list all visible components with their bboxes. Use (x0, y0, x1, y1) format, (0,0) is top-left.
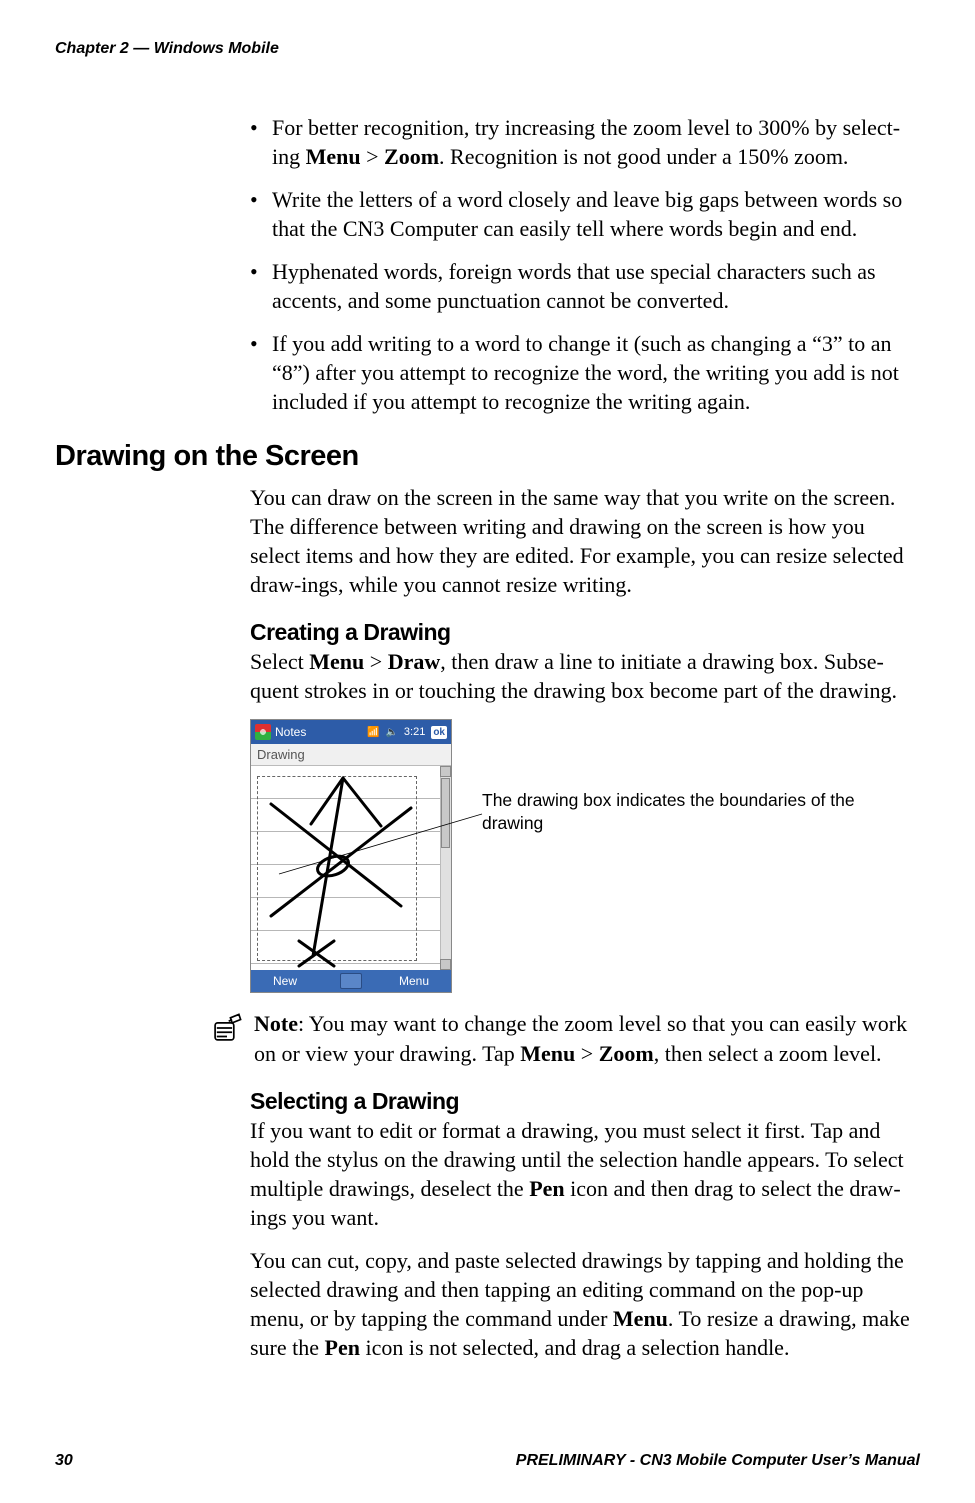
zoom-label: Zoom (384, 144, 439, 169)
subsection-heading: Creating a Drawing (250, 619, 920, 646)
status-bar: Notes 3:21 ok (251, 720, 451, 744)
zoom-label: Zoom (599, 1041, 654, 1066)
subsection-heading: Selecting a Drawing (250, 1088, 920, 1115)
soft-key-new[interactable]: New (273, 974, 297, 988)
soft-key-menu[interactable]: Menu (399, 974, 429, 988)
draw-label: Draw (388, 649, 441, 674)
selecting-p2: You can cut, copy, and paste selected dr… (250, 1246, 920, 1362)
clock: 3:21 (404, 726, 425, 738)
app-name: Notes (275, 725, 306, 739)
pen-label: Pen (325, 1335, 360, 1360)
text-mid: > (364, 649, 387, 674)
ok-button[interactable]: ok (431, 726, 447, 739)
callout-leader-line (277, 812, 487, 882)
status-right: 3:21 ok (367, 726, 447, 739)
menu-label: Menu (613, 1306, 668, 1331)
soft-key-bar: New Menu (251, 970, 451, 992)
list-item: Write the letters of a word closely and … (250, 185, 920, 243)
note-icon (210, 1011, 244, 1045)
section-heading: Drawing on the Screen (55, 440, 920, 473)
list-item: If you add writing to a word to change i… (250, 329, 920, 416)
menu-label: Menu (309, 649, 364, 674)
pen-label: Pen (529, 1176, 564, 1201)
figure-row: Notes 3:21 ok Drawing (250, 719, 920, 993)
text-pre: Select (250, 649, 309, 674)
document-title: Drawing (251, 744, 451, 766)
creating-paragraph: Select Menu > Draw, then draw a line to … (250, 647, 920, 705)
status-left: Notes (255, 724, 306, 740)
list-item: For better recognition, try increasing t… (250, 113, 920, 171)
content-column: For better recognition, try increasing t… (250, 113, 920, 1362)
text-mid: > (575, 1041, 598, 1066)
speaker-icon (385, 726, 397, 738)
text-post: icon is not selected, and drag a selecti… (360, 1335, 789, 1360)
manual-title: PRELIMINARY - CN3 Mobile Computer User’s… (516, 1452, 920, 1470)
menu-label: Menu (520, 1041, 575, 1066)
running-head: Chapter 2 — Windows Mobile (55, 40, 920, 58)
note-block: Note: You may want to change the zoom le… (210, 1009, 920, 1067)
page: Chapter 2 — Windows Mobile For better re… (0, 0, 975, 1503)
footer: 30 PRELIMINARY - CN3 Mobile Computer Use… (55, 1452, 920, 1470)
start-flag-icon (255, 724, 271, 740)
callout: The drawing box indicates the boundaries… (452, 719, 920, 835)
bullet-list: For better recognition, try increasing t… (250, 113, 920, 416)
section-paragraph: You can draw on the screen in the same w… (250, 483, 920, 599)
callout-text: The drawing box indicates the boundaries… (482, 789, 920, 835)
text-post: , then select a zoom level. (654, 1041, 882, 1066)
list-item: Hyphenated words, foreign words that use… (250, 257, 920, 315)
keyboard-icon[interactable] (340, 973, 362, 989)
note-text: Note: You may want to change the zoom le… (254, 1009, 920, 1067)
note-label: Note (254, 1011, 298, 1036)
selecting-p1: If you want to edit or format a drawing,… (250, 1116, 920, 1232)
menu-label: Menu (306, 144, 361, 169)
page-number: 30 (55, 1452, 73, 1470)
signal-icon (367, 726, 379, 738)
scroll-down-icon[interactable] (440, 959, 451, 970)
text-post: . Recognition is not good under a 150% z… (439, 144, 848, 169)
scroll-up-icon[interactable] (440, 766, 451, 777)
text-mid: > (361, 144, 384, 169)
